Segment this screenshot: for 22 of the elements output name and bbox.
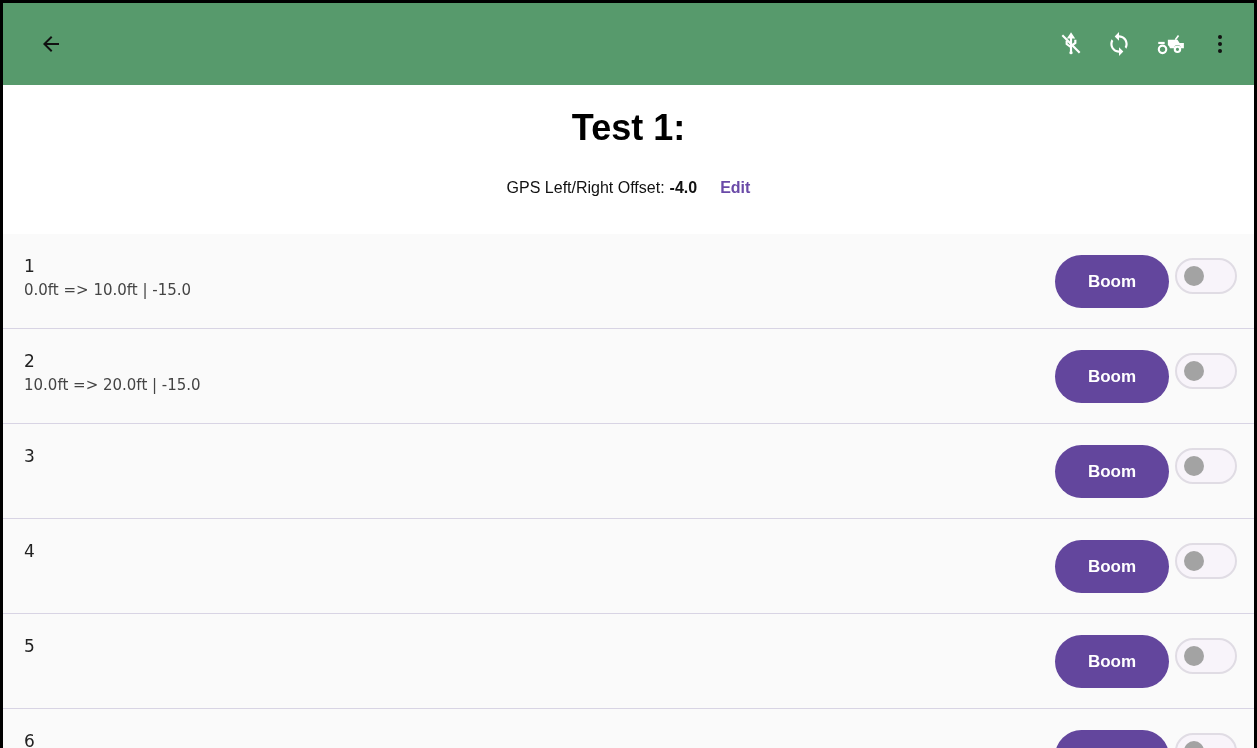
section-number: 2 — [24, 351, 36, 371]
boom-button[interactable]: Boom — [1055, 255, 1169, 308]
offset-value: -4.0 — [669, 179, 698, 197]
section-detail: 10.0ft => 20.0ft | -15.0 — [24, 376, 202, 394]
section-number: 6 — [24, 731, 36, 748]
section-number: 5 — [24, 636, 36, 656]
boom-button[interactable]: Boom — [1055, 350, 1169, 403]
toggle-switch[interactable] — [1175, 448, 1237, 484]
page-title: Test 1: — [571, 107, 686, 149]
edit-link[interactable]: Edit — [720, 179, 751, 197]
boom-button[interactable]: Boom — [1055, 445, 1169, 498]
section-detail: 0.0ft => 10.0ft | -15.0 — [24, 281, 193, 299]
offset-label: GPS Left/Right Offset: — [506, 179, 665, 197]
section-number: 1 — [24, 256, 36, 276]
toggle-switch[interactable] — [1175, 638, 1237, 674]
boom-button[interactable]: Boom — [1055, 540, 1169, 593]
toggle-switch[interactable] — [1175, 258, 1237, 294]
toggle-switch[interactable] — [1175, 353, 1237, 389]
section-number: 3 — [24, 446, 36, 466]
section-number: 4 — [24, 541, 36, 561]
boom-button[interactable]: Boom — [1055, 635, 1169, 688]
toggle-switch[interactable] — [1175, 543, 1237, 579]
